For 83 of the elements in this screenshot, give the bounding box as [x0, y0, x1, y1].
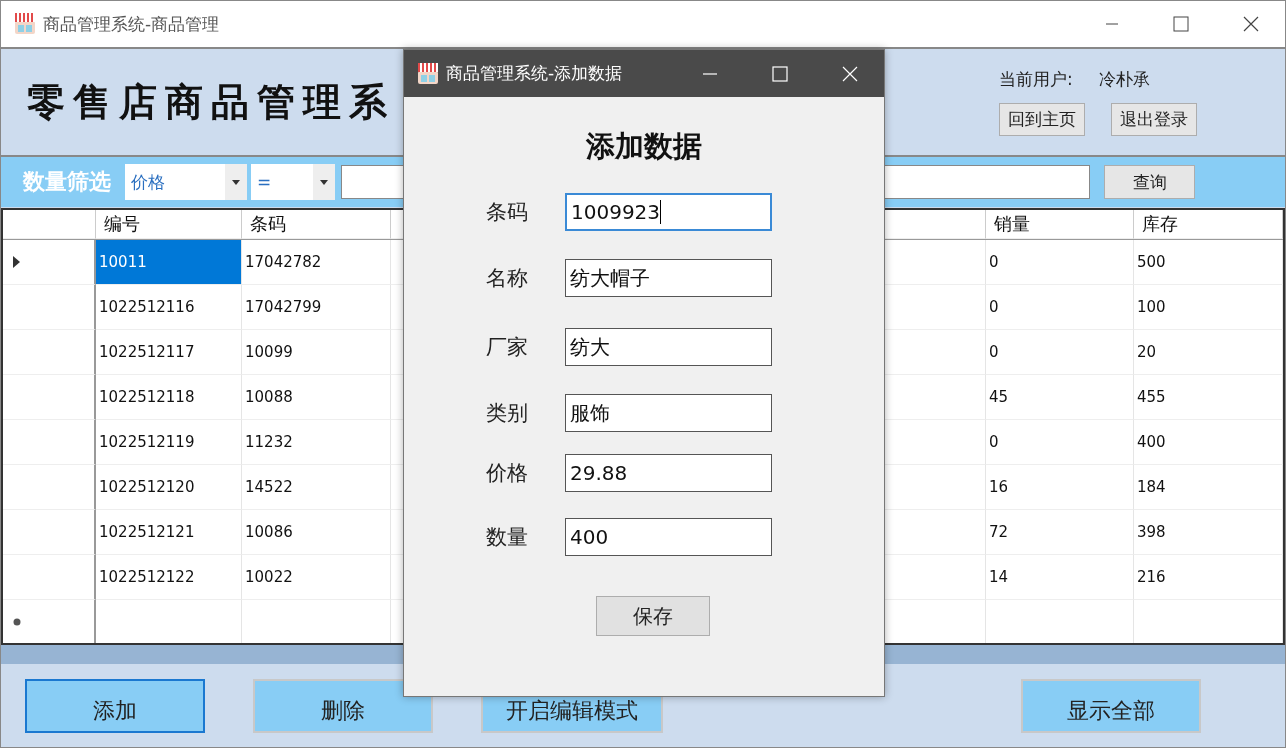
input-field[interactable]: 纺大 [565, 328, 772, 366]
table-cell: 400 [1134, 420, 1283, 465]
header-corner-cell[interactable] [3, 210, 96, 239]
caret-icon [232, 179, 240, 185]
table-cell: 10011 [96, 240, 242, 285]
table-cell: 0 [986, 285, 1134, 330]
store-icon [416, 61, 440, 86]
app-banner-title: 零售店商品管理系 [27, 77, 395, 126]
action-button[interactable]: 显示全部 [1021, 679, 1201, 733]
field-label: 价格 [486, 460, 529, 487]
dialog-heading: 添加数据 [585, 128, 703, 165]
dropdown-value: = [257, 172, 272, 192]
input-field[interactable]: 400 [565, 518, 772, 556]
action-button[interactable]: 添加 [25, 679, 205, 733]
table-cell: 14 [986, 555, 1134, 600]
table-cell: 455 [1134, 375, 1283, 420]
maximize-icon[interactable] [1173, 16, 1189, 32]
dropdown-value: 价格 [131, 170, 165, 194]
table-cell: 11232 [242, 420, 391, 465]
field-label: 厂家 [486, 334, 529, 361]
operator-dropdown[interactable]: = [251, 164, 335, 200]
dropdown-button[interactable] [225, 164, 247, 200]
table-cell: 100 [1134, 285, 1283, 330]
table-cell: 10099 [242, 330, 391, 375]
query-button[interactable]: 查询 [1104, 165, 1195, 199]
table-cell: 10022 [242, 555, 391, 600]
field-label: 类别 [486, 400, 529, 427]
dialog-title: 商品管理系统-添加数据 [446, 62, 623, 85]
table-cell: 1022512118 [96, 375, 242, 420]
table-cell: 500 [1134, 240, 1283, 285]
table-cell: 216 [1134, 555, 1283, 600]
table-cell: 1022512120 [96, 465, 242, 510]
table-cell: 10086 [242, 510, 391, 555]
table-cell: 1022512119 [96, 420, 242, 465]
dropdown-button[interactable] [313, 164, 335, 200]
row-header[interactable] [3, 555, 96, 600]
user-label: 当前用户: [999, 68, 1073, 91]
save-button[interactable]: 保存 [596, 596, 710, 636]
table-cell: 1022512121 [96, 510, 242, 555]
column-header[interactable]: 编号 [96, 210, 242, 239]
input-field[interactable]: 纺大帽子 [565, 259, 772, 297]
field-label: 数量 [486, 524, 529, 551]
row-header[interactable] [3, 510, 96, 555]
table-cell: 20 [1134, 330, 1283, 375]
table-cell: 72 [986, 510, 1134, 555]
input-field[interactable]: 1009923 [565, 193, 772, 231]
new-row-icon [13, 618, 21, 626]
table-cell: 0 [986, 330, 1134, 375]
table-cell: 10088 [242, 375, 391, 420]
field-label: 名称 [486, 265, 529, 292]
table-cell: 184 [1134, 465, 1283, 510]
header-button[interactable]: 退出登录 [1111, 103, 1197, 136]
table-cell: 1022512122 [96, 555, 242, 600]
field-dropdown[interactable]: 价格 [125, 164, 247, 200]
table-cell: 14522 [242, 465, 391, 510]
table-cell: 17042799 [242, 285, 391, 330]
row-header[interactable] [3, 285, 96, 330]
row-header[interactable] [3, 330, 96, 375]
close-icon[interactable] [1243, 16, 1259, 32]
action-button[interactable]: 删除 [253, 679, 433, 733]
filter-label: 数量筛选 [23, 168, 111, 196]
caret-icon [320, 179, 328, 185]
row-header[interactable] [3, 420, 96, 465]
table-cell: 17042782 [242, 240, 391, 285]
row-header[interactable] [3, 465, 96, 510]
field-label: 条码 [486, 199, 529, 226]
table-cell: 16 [986, 465, 1134, 510]
table-cell: 1022512117 [96, 330, 242, 375]
table-cell: 0 [986, 420, 1134, 465]
column-header[interactable]: 库存 [1134, 210, 1283, 239]
header-button[interactable]: 回到主页 [999, 103, 1085, 136]
column-header[interactable]: 销量 [986, 210, 1134, 239]
input-field[interactable]: 服饰 [565, 394, 772, 432]
table-cell: 45 [986, 375, 1134, 420]
user-name: 冷朴承 [1098, 68, 1150, 91]
table-cell: 398 [1134, 510, 1283, 555]
store-icon [13, 12, 37, 36]
table-cell: 0 [986, 240, 1134, 285]
window-title: 商品管理系统-商品管理 [43, 12, 220, 36]
column-header[interactable]: 条码 [242, 210, 391, 239]
row-header[interactable] [3, 375, 96, 420]
input-field[interactable]: 29.88 [565, 454, 772, 492]
table-cell: 1022512116 [96, 285, 242, 330]
